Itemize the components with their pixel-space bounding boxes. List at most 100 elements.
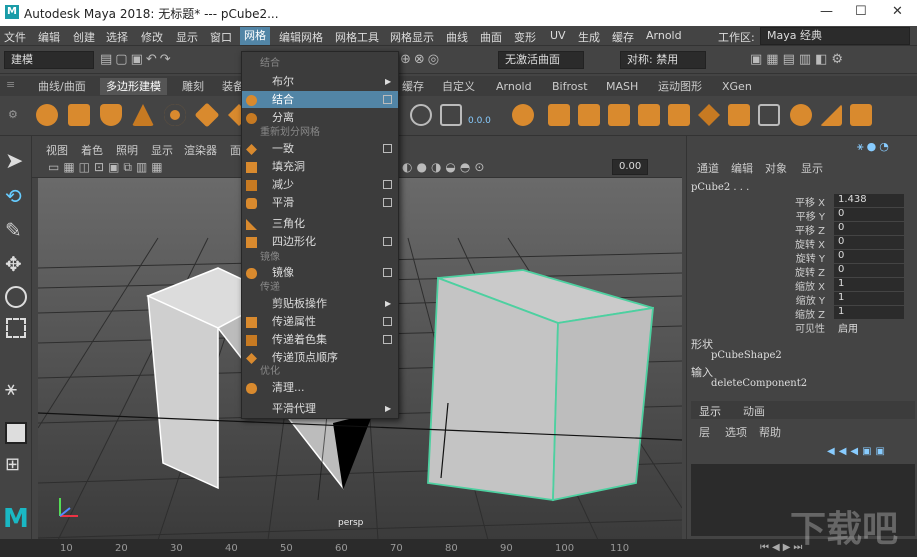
menu-item-triangulate[interactable]: 三角化 <box>242 215 398 232</box>
option-box-icon[interactable] <box>383 268 392 277</box>
vp-menu-show[interactable]: 显示 <box>151 142 173 158</box>
cb-menu-channels[interactable]: 通道 <box>697 160 719 176</box>
menu-arnold[interactable]: Arnold <box>646 29 682 42</box>
close-button[interactable]: ✕ <box>892 4 903 19</box>
menu-item-fill-hole[interactable]: 填充洞 <box>242 158 398 175</box>
attribute-value[interactable]: 0 <box>834 208 904 221</box>
shelf-tab-mash[interactable]: MASH <box>600 78 644 95</box>
shelf-tab-cache[interactable]: 缓存 <box>396 78 430 95</box>
attribute-row[interactable]: 平移 X 1.438 <box>687 194 915 209</box>
shelf-tab-bifrost[interactable]: Bifrost <box>546 78 594 95</box>
menuset-dropdown[interactable]: 建模 <box>4 51 94 69</box>
snap-icons-group[interactable]: ⊕⊗◎ <box>400 52 495 68</box>
minimize-button[interactable]: — <box>820 4 833 19</box>
shape-name[interactable]: pCubeShape2 <box>711 350 782 361</box>
input-name[interactable]: deleteComponent2 <box>711 378 807 389</box>
menu-create[interactable]: 创建 <box>73 29 95 45</box>
vp-menu-shading[interactable]: 着色 <box>81 142 103 158</box>
attribute-value[interactable]: 启用 <box>834 320 904 335</box>
cube-2-selected[interactable] <box>427 269 655 502</box>
shelf-tab-motion-graphics[interactable]: 运动图形 <box>652 78 708 95</box>
menu-mesh[interactable]: 网格 <box>240 27 270 45</box>
option-box-icon[interactable] <box>383 144 392 153</box>
shelf-tab-custom[interactable]: 自定义 <box>436 78 481 95</box>
menu-mesh-display[interactable]: 网格显示 <box>390 29 434 45</box>
separate-icon[interactable] <box>758 104 780 126</box>
poly-cylinder-icon[interactable] <box>100 104 122 126</box>
menu-item-transfer-shading[interactable]: 传递着色集 <box>242 331 398 348</box>
attribute-row[interactable]: 缩放 Z 1 <box>687 306 915 321</box>
extrude-icon[interactable] <box>548 104 570 126</box>
option-box-icon[interactable] <box>383 317 392 326</box>
live-surface-field[interactable]: 无激活曲面 <box>498 51 584 69</box>
combine-icon[interactable] <box>728 104 750 126</box>
menu-uv[interactable]: UV <box>550 29 566 42</box>
shelf-tab-poly-modeling[interactable]: 多边形建模 <box>100 78 167 95</box>
menu-item-combine[interactable]: 结合 <box>242 91 398 108</box>
layer-tab-display[interactable]: 显示 <box>699 403 721 419</box>
cb-menu-object[interactable]: 对象 <box>765 160 787 176</box>
attribute-value[interactable]: 1 <box>834 306 904 319</box>
menu-item-smooth[interactable]: 平滑 <box>242 194 398 211</box>
layer-menu-options[interactable]: 选项 <box>725 424 747 440</box>
lasso-tool-icon[interactable]: ⟲ <box>5 184 27 208</box>
target-weld-icon[interactable] <box>440 104 462 126</box>
menu-item-transfer-vertex-order[interactable]: 传递顶点顺序 <box>242 349 398 366</box>
paint-select-icon[interactable]: ✎ <box>5 218 27 242</box>
shelf-tab-curves[interactable]: 曲线/曲面 <box>32 78 92 95</box>
vp-menu-view[interactable]: 视图 <box>46 142 68 158</box>
mirror-icon[interactable] <box>820 104 842 126</box>
cb-menu-show[interactable]: 显示 <box>801 160 823 176</box>
menu-item-clipboard[interactable]: 剪贴板操作 ▶ <box>242 295 398 312</box>
menu-surfaces[interactable]: 曲面 <box>480 29 502 45</box>
attribute-value[interactable]: 1.438 <box>834 194 904 207</box>
layout-quad-icon[interactable]: ⊞ <box>5 454 27 476</box>
smooth-icon[interactable] <box>698 104 720 126</box>
axis-tool-icon[interactable]: ⚹ <box>5 376 27 400</box>
scale-tool-icon[interactable] <box>6 318 26 338</box>
option-box-icon[interactable] <box>383 180 392 189</box>
time-slider[interactable]: 10 20 30 40 50 60 70 80 90 100 110 ⏮◀▶⏭ <box>0 539 917 557</box>
vp-menu-renderer[interactable]: 渲染器 <box>184 142 217 158</box>
menu-item-reduce[interactable]: 减少 <box>242 176 398 193</box>
menu-deform[interactable]: 变形 <box>514 29 536 45</box>
poly-plane-icon[interactable] <box>194 102 220 128</box>
poly-cube-icon[interactable] <box>68 104 90 126</box>
attribute-row[interactable]: 可见性 启用 <box>687 320 915 335</box>
bool-icon[interactable] <box>638 104 660 126</box>
bevel-icon[interactable] <box>608 104 630 126</box>
cb-toggle-icons[interactable]: ⚹●◔ <box>857 140 912 154</box>
attribute-row[interactable]: 缩放 Y 1 <box>687 292 915 307</box>
menu-windows[interactable]: 窗口 <box>210 29 232 45</box>
menu-item-conform[interactable]: 一致 <box>242 140 398 157</box>
menu-item-boolean[interactable]: 布尔 ▶ <box>242 73 398 90</box>
option-box-icon[interactable] <box>383 198 392 207</box>
render-icons-group[interactable]: ▣▦▤▥◧⚙ <box>750 52 910 68</box>
menu-mesh-tools[interactable]: 网格工具 <box>335 29 379 45</box>
menu-edit-mesh[interactable]: 编辑网格 <box>279 29 323 45</box>
menu-item-smooth-proxy[interactable]: 平滑代理 ▶ <box>242 400 398 417</box>
menu-cache[interactable]: 缓存 <box>612 29 634 45</box>
menu-edit[interactable]: 编辑 <box>38 29 60 45</box>
attribute-row[interactable]: 缩放 X 1 <box>687 278 915 293</box>
viewport-camera-icons[interactable]: ▭▦◫⊡▣⧉▥▦ <box>48 160 238 176</box>
attribute-value[interactable]: 0 <box>834 222 904 235</box>
xyz-field-icon[interactable]: 0.0.0 <box>468 116 491 126</box>
menu-file[interactable]: 文件 <box>4 29 26 45</box>
attribute-value[interactable]: 0 <box>834 264 904 277</box>
menu-item-quadrangulate[interactable]: 四边形化 <box>242 233 398 250</box>
layer-menu-layers[interactable]: 层 <box>699 424 710 440</box>
menu-item-cleanup[interactable]: 清理... <box>242 379 398 396</box>
exposure-field[interactable]: 0.00 <box>612 159 648 175</box>
attribute-value[interactable]: 0 <box>834 250 904 263</box>
bridge-icon[interactable] <box>578 104 600 126</box>
menu-select[interactable]: 选择 <box>106 29 128 45</box>
menu-item-separate[interactable]: 分离 <box>242 109 398 126</box>
attribute-row[interactable]: 平移 Z 0 <box>687 222 915 237</box>
attribute-row[interactable]: 旋转 Z 0 <box>687 264 915 279</box>
option-box-icon[interactable] <box>383 335 392 344</box>
attribute-value[interactable]: 0 <box>834 236 904 249</box>
menu-modify[interactable]: 修改 <box>141 29 163 45</box>
shelf-settings-icon[interactable]: ⚙ <box>8 108 18 121</box>
cb-menu-edit[interactable]: 编辑 <box>731 160 753 176</box>
